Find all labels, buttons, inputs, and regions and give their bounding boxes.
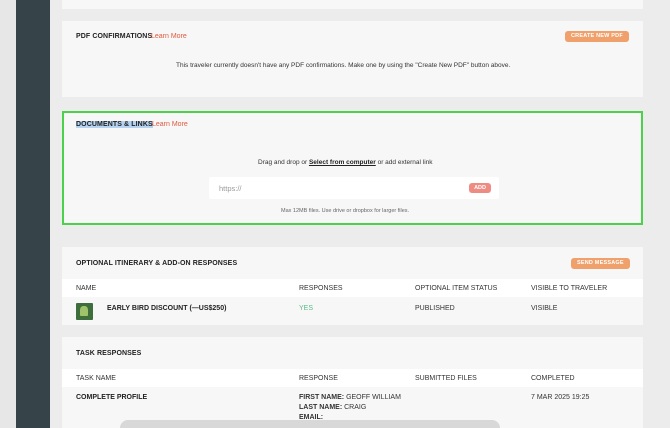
- floating-bar-shadow: [120, 420, 500, 428]
- col-task-name: TASK NAME: [76, 375, 116, 382]
- add-link-button[interactable]: ADD: [469, 183, 491, 193]
- task-section-title: TASK RESPONSES: [76, 350, 142, 357]
- optional-itinerary-panel: OPTIONAL ITINERARY & ADD-ON RESPONSES SE…: [62, 247, 643, 325]
- addon-name: EARLY BIRD DISCOUNT (—US$250): [107, 305, 227, 312]
- pdf-section-title: PDF CONFIRMATIONS: [76, 33, 153, 40]
- page-left-margin: [0, 0, 16, 428]
- pdf-confirmations-panel: PDF CONFIRMATIONS Learn More CREATE NEW …: [62, 21, 643, 97]
- previous-panel-bottom: [62, 0, 643, 9]
- drop-prefix-text: Drag and drop or: [258, 159, 309, 166]
- url-placeholder: https://: [219, 184, 242, 193]
- task-name: COMPLETE PROFILE: [76, 394, 148, 401]
- last-name-line: LAST NAME: CRAIG: [299, 404, 366, 411]
- file-size-hint: Max 12MB files. Use drive or dropbox for…: [281, 208, 410, 214]
- first-name-value: GEOFF WILLIAM: [346, 394, 401, 401]
- addon-status: PUBLISHED: [415, 305, 455, 312]
- last-name-label: LAST NAME:: [299, 404, 343, 411]
- side-rail: [16, 0, 50, 428]
- col-submitted-files: SUBMITTED FILES: [415, 375, 477, 382]
- drop-suffix-text: or add external link: [375, 159, 433, 166]
- select-from-computer-link[interactable]: Select from computer: [309, 159, 376, 166]
- first-name-label: FIRST NAME:: [299, 394, 345, 401]
- task-completed-date: 7 MAR 2025 19:25: [531, 394, 590, 401]
- external-link-input[interactable]: https:// ADD: [209, 177, 499, 199]
- pdf-learn-more-link[interactable]: Learn More: [151, 33, 187, 40]
- drop-zone-instructions[interactable]: Drag and drop or Select from computer or…: [258, 159, 433, 166]
- documents-section-title: DOCUMENTS & LINKS: [76, 121, 153, 128]
- send-message-button[interactable]: SEND MESSAGE: [571, 258, 630, 269]
- documents-learn-more-link[interactable]: Learn More: [152, 121, 188, 128]
- create-new-pdf-button[interactable]: CREATE NEW PDF: [565, 31, 629, 42]
- documents-links-panel: DOCUMENTS & LINKS Learn More Drag and dr…: [62, 111, 643, 225]
- col-visible: VISIBLE TO TRAVELER: [531, 285, 608, 292]
- task-responses-panel: TASK RESPONSES TASK NAME RESPONSE SUBMIT…: [62, 337, 643, 428]
- first-name-line: FIRST NAME: GEOFF WILLIAM: [299, 394, 401, 401]
- task-table-header: TASK NAME RESPONSE SUBMITTED FILES COMPL…: [62, 369, 643, 387]
- pdf-empty-message: This traveler currently doesn't have any…: [176, 62, 511, 69]
- addon-response: YES: [299, 305, 314, 312]
- last-name-value: CRAIG: [344, 404, 367, 411]
- optional-section-title: OPTIONAL ITINERARY & ADD-ON RESPONSES: [76, 260, 238, 267]
- optional-table-header: NAME RESPONSES OPTIONAL ITEM STATUS VISI…: [62, 279, 643, 297]
- addon-thumbnail: [76, 303, 93, 320]
- col-response: RESPONSE: [299, 375, 338, 382]
- addon-visibility: VISIBLE: [531, 305, 558, 312]
- col-status: OPTIONAL ITEM STATUS: [415, 285, 498, 292]
- col-responses: RESPONSES: [299, 285, 343, 292]
- col-name: NAME: [76, 285, 97, 292]
- col-completed: COMPLETED: [531, 375, 575, 382]
